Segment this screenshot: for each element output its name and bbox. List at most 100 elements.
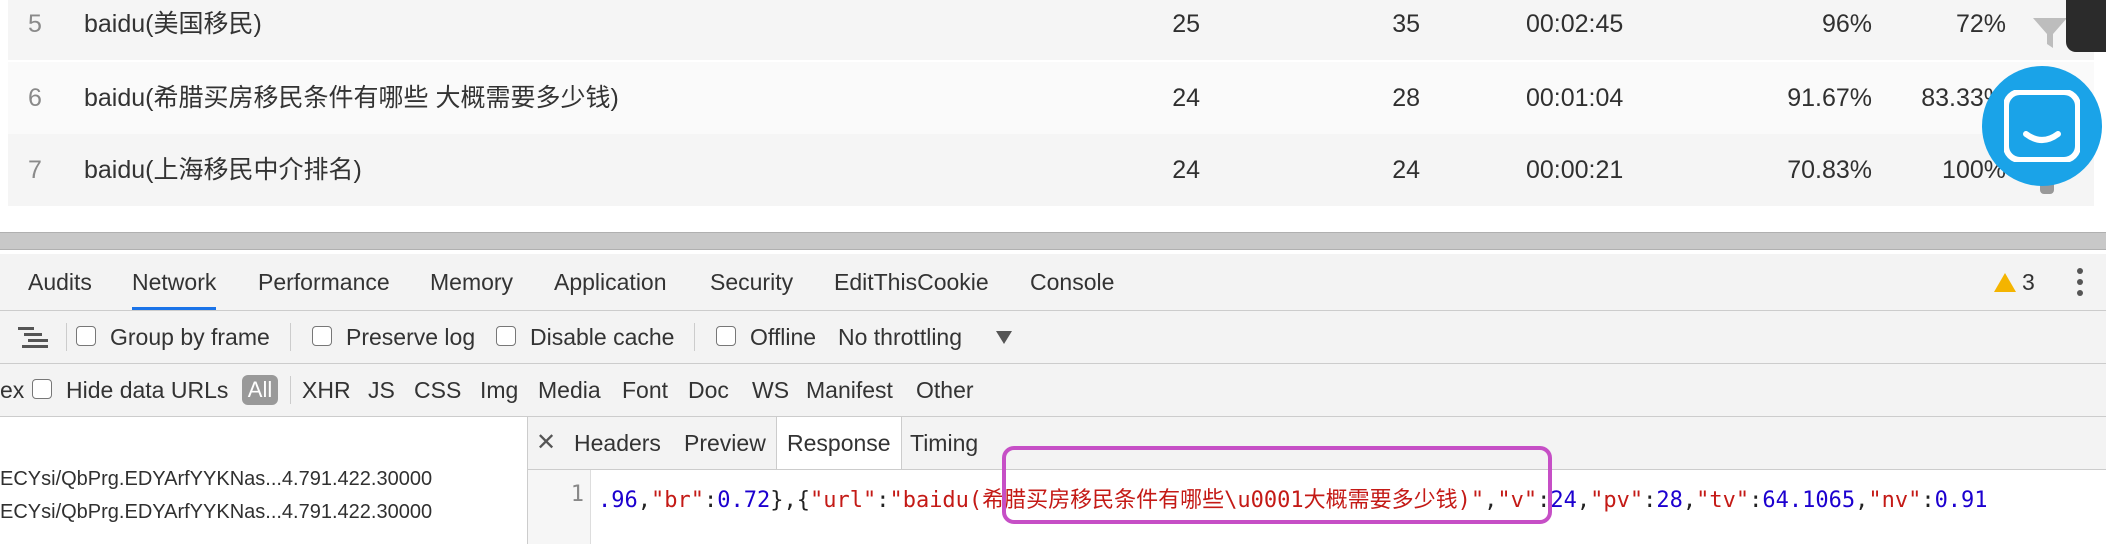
filter-bar: ex Hide data URLs All XHR JS CSS Img Med… [0,364,2106,417]
filter-type-xhr[interactable]: XHR [302,364,351,416]
side-tab[interactable] [2066,0,2106,52]
tab-memory[interactable]: Memory [430,254,513,310]
json-token: : [1921,488,1935,513]
row-value-2: 28 [1392,84,1420,112]
request-row[interactable]: ECYsi/QbPrg.EDYArfYYKNas...4.791.422.300… [0,497,432,527]
json-token: : [876,488,890,513]
request-list: ECYsi/QbPrg.EDYArfYYKNas...4.791.422.300… [0,417,528,544]
tab-response[interactable]: Response [776,417,902,469]
json-token: : [703,488,718,513]
json-token: , [1682,488,1697,513]
row-percent-1: 96% [1821,10,1872,38]
tab-preview[interactable]: Preview [684,417,766,469]
chat-widget-button[interactable] [1982,66,2102,186]
preserve-log-label: Preserve log [346,324,476,350]
row-duration: 00:01:04 [1526,84,1624,112]
line-number: 1 [570,482,584,507]
filter-type-ws[interactable]: WS [752,364,789,416]
json-token: "pv" [1590,488,1644,513]
table-row[interactable]: 7 baidu(上海移民中介排名) 24 24 00:00:21 70.83% … [8,134,2094,206]
row-keyword: baidu(上海移民中介排名) [84,156,362,184]
json-token: },{ [770,488,810,513]
json-token: .96 [598,488,638,513]
disable-cache-checkbox[interactable] [496,326,516,346]
chat-icon [2004,90,2080,162]
tab-console[interactable]: Console [1030,254,1114,310]
divider [694,323,695,351]
tab-timing[interactable]: Timing [910,417,978,469]
json-token: , [1576,488,1591,513]
network-toolbar: Group by frame Preserve log Disable cach… [0,311,2106,364]
filter-type-css[interactable]: CSS [414,364,461,416]
tab-application[interactable]: Application [554,254,667,310]
filter-type-img[interactable]: Img [480,364,518,416]
filter-regex-label[interactable]: ex [0,364,24,416]
offline-checkbox[interactable] [716,326,736,346]
json-token: : [1643,488,1657,513]
hide-data-urls-label: Hide data URLs [66,377,229,403]
offline-label: Offline [750,324,817,350]
row-percent-2: 72% [1955,10,2006,38]
json-token: 0.91 [1934,488,1988,513]
filter-icon[interactable] [2030,12,2070,52]
tab-editthiscookie[interactable]: EditThisCookie [834,254,989,310]
row-value-1: 24 [1172,156,1200,184]
disable-cache-label: Disable cache [530,324,675,350]
tab-network[interactable]: Network [132,254,217,310]
waterfall-icon[interactable] [18,325,52,349]
row-index: 6 [28,84,42,112]
row-duration: 00:00:21 [1526,156,1624,184]
warning-icon [1994,273,2016,292]
table-row[interactable]: 6 baidu(希腊买房移民条件有哪些 大概需要多少钱) 24 28 00:01… [8,62,2094,134]
json-token: , [637,488,651,513]
row-percent-1: 70.83% [1787,156,1872,184]
divider [290,376,291,404]
json-token: , [1855,488,1869,513]
tab-performance[interactable]: Performance [258,254,390,310]
json-token: 64.1065 [1762,488,1856,513]
warnings-indicator[interactable]: 3 [1994,254,2035,310]
panel-splitter[interactable] [0,232,2106,250]
json-token: 24 [1550,488,1577,513]
divider [290,323,291,351]
tab-audits[interactable]: Audits [28,254,92,310]
preserve-log-checkbox[interactable] [312,326,332,346]
json-token: "nv" [1868,488,1922,513]
throttling-select[interactable]: No throttling [838,311,962,363]
filter-type-doc[interactable]: Doc [688,364,729,416]
filter-type-other[interactable]: Other [916,364,974,416]
hide-data-urls-checkbox[interactable] [32,379,52,399]
json-token: "br" [651,488,704,513]
filter-type-media[interactable]: Media [538,364,601,416]
tab-headers[interactable]: Headers [574,417,661,469]
json-token: : [1749,488,1763,513]
row-value-2: 35 [1392,10,1420,38]
warning-count: 3 [2022,269,2035,295]
group-by-frame-label: Group by frame [110,324,270,350]
row-value-1: 25 [1172,10,1200,38]
json-token: 0.72 [717,488,771,513]
devtools-tabbar: Audits Network Performance Memory Applic… [0,254,2106,311]
group-by-frame-checkbox[interactable] [76,326,96,346]
json-token: 28 [1656,488,1683,513]
keyword-table: 5 baidu(美国移民) 25 35 00:02:45 96% 72% 6 b… [8,0,2094,208]
json-token: "tv" [1696,488,1750,513]
close-icon[interactable]: ✕ [536,417,556,469]
chevron-down-icon[interactable] [996,331,1012,344]
row-duration: 00:02:45 [1526,10,1624,38]
row-value-1: 24 [1172,84,1200,112]
filter-type-font[interactable]: Font [622,364,668,416]
divider [66,323,67,351]
table-row[interactable]: 5 baidu(美国移民) 25 35 00:02:45 96% 72% [8,0,2094,60]
filter-type-manifest[interactable]: Manifest [806,364,893,416]
row-index: 7 [28,156,42,184]
request-row[interactable]: ECYsi/QbPrg.EDYArfYYKNas...4.791.422.300… [0,464,432,494]
tab-security[interactable]: Security [710,254,793,310]
filter-type-js[interactable]: JS [368,364,395,416]
line-gutter: 1 [528,470,591,544]
highlight-annotation-box [1002,446,1552,524]
filter-type-all[interactable]: All [242,375,278,405]
row-keyword: baidu(美国移民) [84,10,262,38]
more-options-icon[interactable] [2076,268,2084,298]
row-value-2: 24 [1392,156,1420,184]
